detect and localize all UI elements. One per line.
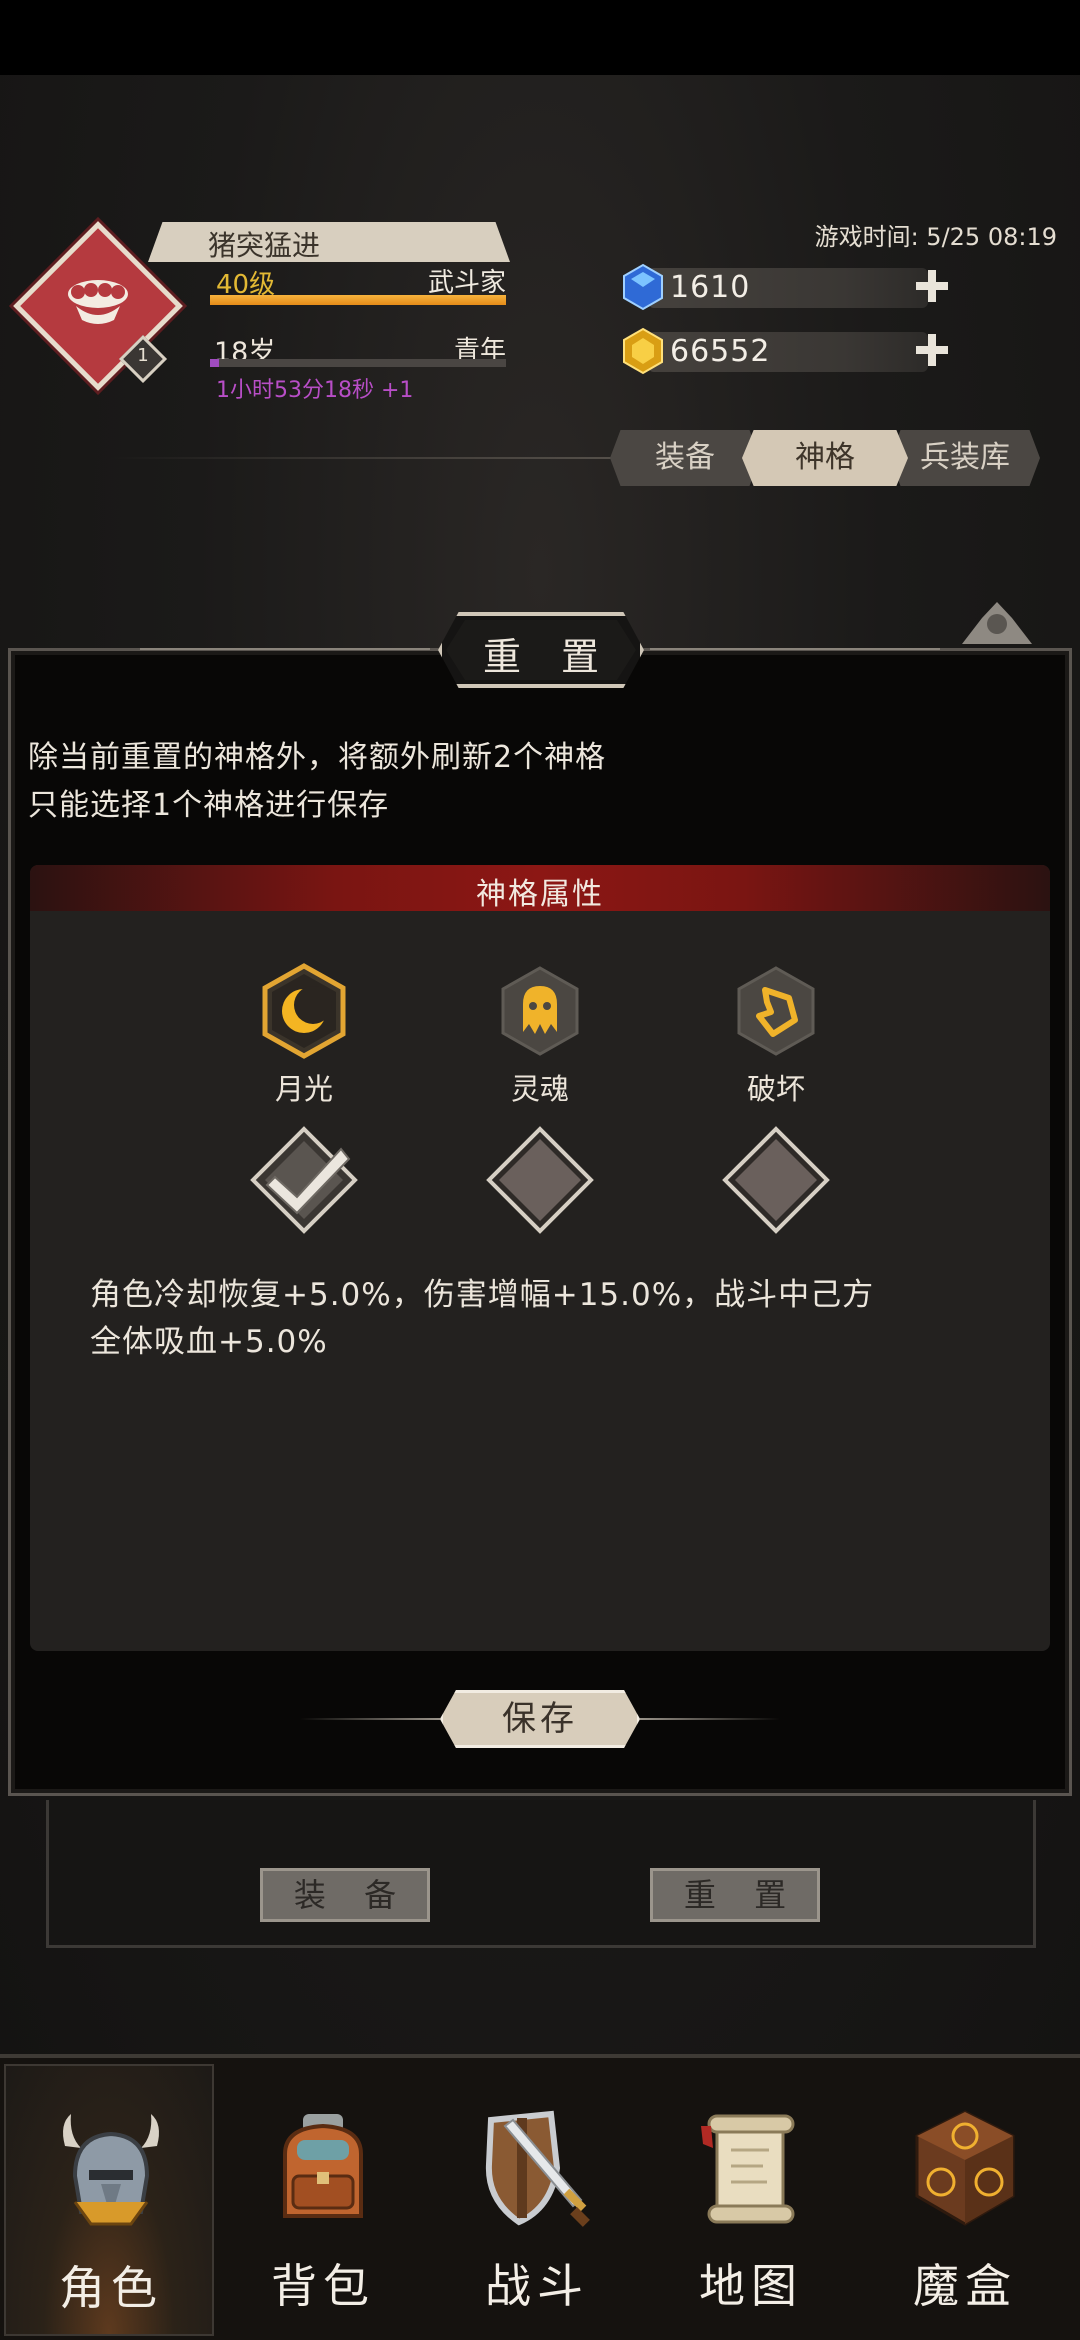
shatter-icon: [737, 966, 815, 1056]
age-timer: 1小时53分18秒 +1: [216, 378, 414, 403]
divinity-option-moonlight[interactable]: 月光: [254, 962, 354, 1106]
nav-magic-box[interactable]: 魔盒: [860, 2064, 1070, 2336]
moon-icon: [262, 963, 346, 1059]
level-progress-fill: [210, 295, 506, 305]
scroll-map-icon: [701, 2114, 795, 2224]
backpack-icon: [283, 2114, 363, 2218]
tab-divinity[interactable]: 神格: [742, 430, 908, 486]
divinity-effect-text: 角色冷却恢复+5.0%，伤害增幅+15.0%，战斗中己方 全体吸血+5.0%: [90, 1272, 990, 1366]
nav-label: 魔盒: [913, 2259, 1017, 2313]
section-title: 神格属性: [476, 877, 604, 912]
age-progress-bar: [210, 359, 506, 367]
divinity-label: 月光: [274, 1072, 333, 1106]
divinity-option-destruction[interactable]: 破坏: [726, 962, 826, 1106]
divinity-checkbox-destruction[interactable]: [721, 1125, 831, 1235]
ghost-icon: [501, 966, 579, 1056]
add-gold-gem-button[interactable]: [910, 328, 954, 372]
level-progress-bar: [210, 295, 506, 305]
name-banner: [148, 222, 510, 262]
game-time: 游戏时间: 5/25 08:19: [814, 223, 1057, 251]
dialog-description-line1: 除当前重置的神格外，将额外刷新2个神格: [28, 740, 607, 775]
nav-label: 角色: [59, 2261, 163, 2315]
status-bar: [0, 0, 1080, 75]
save-button[interactable]: 保存: [440, 1690, 640, 1748]
dialog-description-line2: 只能选择1个神格进行保存: [28, 788, 390, 823]
character-class: 武斗家: [427, 268, 506, 298]
divinity-checkbox-moonlight[interactable]: [249, 1125, 359, 1235]
gold-gem-count: 66552: [670, 334, 771, 369]
character-name: 猪突猛进: [208, 229, 321, 262]
save-deco-right: [640, 1718, 780, 1720]
add-blue-gem-button[interactable]: [910, 264, 954, 308]
dialog-title: 重 置: [482, 635, 614, 679]
nav-label: 地图: [699, 2259, 803, 2313]
equip-button[interactable]: 装 备: [260, 1868, 430, 1922]
resource-gold-gem: 66552: [618, 324, 954, 378]
nav-map[interactable]: 地图: [646, 2064, 856, 2336]
rank-number: 1: [137, 345, 149, 366]
gold-gem-icon: [623, 327, 663, 375]
nav-backpack[interactable]: 背包: [218, 2064, 428, 2336]
divinity-slot-frame: [46, 1800, 1036, 1948]
tab-equipment[interactable]: 装备: [610, 430, 760, 486]
effect-line: 全体吸血+5.0%: [90, 1324, 328, 1360]
brass-knuckles-icon: [68, 280, 128, 324]
magic-box-icon: [915, 2110, 1015, 2226]
nav-label: 战斗: [485, 2259, 589, 2313]
tab-label: 兵装库: [920, 440, 1010, 475]
nav-label: 背包: [271, 2259, 375, 2313]
blue-gem-count: 1610: [670, 270, 751, 305]
title-deco-right: [650, 648, 940, 650]
nav-character[interactable]: 角色: [4, 2064, 214, 2336]
reset-button[interactable]: 重 置: [650, 1868, 820, 1922]
tab-arsenal[interactable]: 兵装库: [890, 430, 1040, 486]
tab-divider-line: [110, 457, 620, 459]
ornament-icon: [962, 602, 1032, 644]
blue-gem-icon: [623, 263, 663, 311]
nav-battle[interactable]: 战斗: [432, 2064, 642, 2336]
save-button-label: 保存: [502, 1699, 578, 1739]
divinity-label: 破坏: [746, 1072, 805, 1106]
effect-line: 角色冷却恢复+5.0%，伤害增幅+15.0%，战斗中己方: [90, 1277, 875, 1313]
sword-shield-icon: [485, 2110, 590, 2227]
title-deco-left: [140, 648, 430, 650]
tab-label: 装备: [655, 440, 715, 475]
divinity-label: 灵魂: [510, 1072, 569, 1106]
age-progress-fill: [210, 359, 219, 367]
helmet-icon: [63, 2114, 159, 2226]
resource-blue-gem: 1610: [618, 260, 954, 314]
save-deco-left: [300, 1718, 440, 1720]
divinity-checkbox-soul[interactable]: [485, 1125, 595, 1235]
divinity-option-soul[interactable]: 灵魂: [490, 962, 590, 1106]
tab-label: 神格: [795, 440, 855, 475]
